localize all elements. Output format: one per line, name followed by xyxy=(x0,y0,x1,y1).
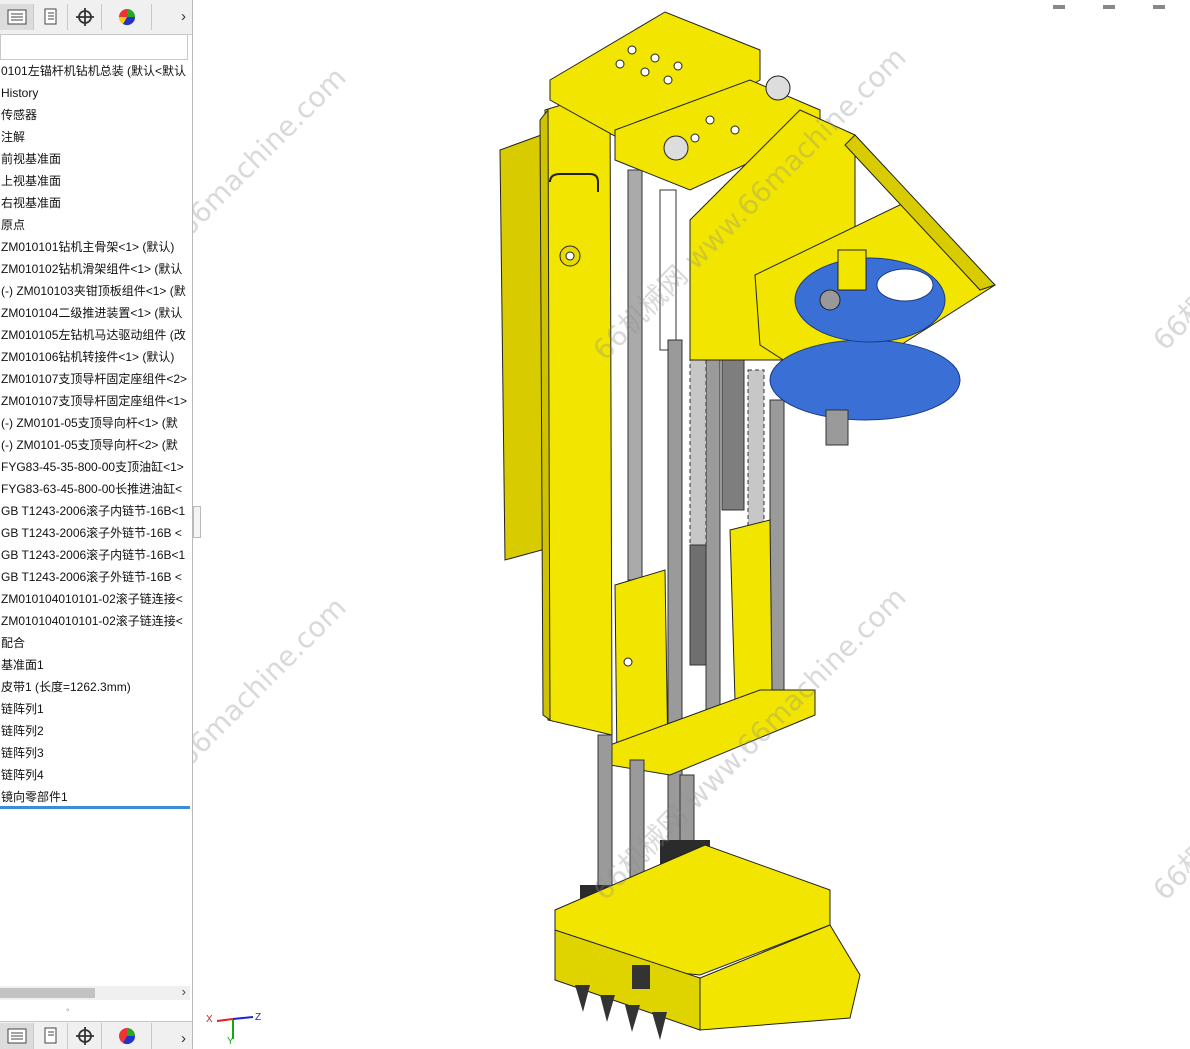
tree-item-component[interactable]: ZM010104二级推进装置<1> (默认 xyxy=(0,302,190,324)
display-manager-icon[interactable] xyxy=(102,4,152,30)
tree-item-sensors[interactable]: 传感器 xyxy=(0,104,190,126)
tree-filter-input[interactable] xyxy=(0,34,188,60)
tree-item-component[interactable]: ZM010106钻机转接件<1> (默认) xyxy=(0,346,190,368)
tree-item-component[interactable]: (-) ZM0101-05支顶导向杆<1> (默 xyxy=(0,412,190,434)
scrollbar-thumb[interactable] xyxy=(0,988,95,998)
tree-item-component[interactable]: ZM010107支顶导杆固定座组件<1> xyxy=(0,390,190,412)
feature-manager-icon[interactable] xyxy=(0,1023,34,1049)
tree-item-chain-pattern4[interactable]: 链阵列4 xyxy=(0,764,190,786)
property-manager-icon[interactable] xyxy=(34,1023,68,1049)
tree-item-component[interactable]: GB T1243-2006滚子外链节-16B < xyxy=(0,522,190,544)
manager-tabs-toolbar: › xyxy=(0,0,192,35)
configuration-manager-icon[interactable] xyxy=(68,1023,102,1049)
rollback-bar[interactable] xyxy=(0,806,190,809)
chevron-right-icon[interactable]: › xyxy=(181,8,186,25)
axis-y-label: Y xyxy=(227,1036,234,1047)
feature-manager-icon[interactable] xyxy=(0,4,34,30)
tree-item-annotations[interactable]: 注解 xyxy=(0,126,190,148)
tree-item-mirror-components1[interactable]: 镜向零部件1 xyxy=(0,786,190,808)
tree-item-belt1[interactable]: 皮带1 (长度=1262.3mm) xyxy=(0,676,190,698)
drill-rig-3d-model[interactable] xyxy=(193,0,1190,1049)
tree-item-chain-pattern1[interactable]: 链阵列1 xyxy=(0,698,190,720)
splitter-handle[interactable]: ◦ xyxy=(66,1005,70,1016)
view-triad-icon xyxy=(216,1016,254,1039)
graphics-area[interactable]: 66机械网 www.66machine.com 66机械网 www.66mach… xyxy=(193,0,1190,1049)
tree-item-component[interactable]: ZM010102钻机滑架组件<1> (默认 xyxy=(0,258,190,280)
feature-manager-panel: › 0101左锚杆机钻机总装 (默认<默认 History 传感器 注解 前视基… xyxy=(0,0,193,1049)
tree-item-component[interactable]: (-) ZM010103夹钳顶板组件<1> (默 xyxy=(0,280,190,302)
bottom-manager-tabs-toolbar: › xyxy=(0,1021,192,1049)
tree-item-mates[interactable]: 配合 xyxy=(0,632,190,654)
tree-item-component[interactable]: ZM010104010101-02滚子链连接< xyxy=(0,610,190,632)
axis-z-label: Z xyxy=(255,1012,262,1023)
configuration-manager-icon[interactable] xyxy=(68,4,102,30)
tree-item-component[interactable]: ZM010107支顶导杆固定座组件<2> xyxy=(0,368,190,390)
tree-item-front-plane[interactable]: 前视基准面 xyxy=(0,148,190,170)
heads-up-toolbar[interactable] xyxy=(1043,0,1190,9)
tree-item-component[interactable]: (-) ZM0101-05支顶导向杆<2> (默 xyxy=(0,434,190,456)
tree-item-origin[interactable]: 原点 xyxy=(0,214,190,236)
tree-item-chain-pattern3[interactable]: 链阵列3 xyxy=(0,742,190,764)
tree-item-component[interactable]: FYG83-45-35-800-00支顶油缸<1> xyxy=(0,456,190,478)
tree-item-right-plane[interactable]: 右视基准面 xyxy=(0,192,190,214)
horizontal-scrollbar[interactable]: › xyxy=(0,984,190,1000)
tree-item-assembly[interactable]: 0101左锚杆机钻机总装 (默认<默认 xyxy=(0,60,190,82)
feature-tree: 0101左锚杆机钻机总装 (默认<默认 History 传感器 注解 前视基准面… xyxy=(0,60,190,808)
tree-item-component[interactable]: GB T1243-2006滚子内链节-16B<1 xyxy=(0,500,190,522)
tree-item-plane1[interactable]: 基准面1 xyxy=(0,654,190,676)
axis-x-label: X xyxy=(206,1014,213,1025)
tree-item-component[interactable]: GB T1243-2006滚子外链节-16B < xyxy=(0,566,190,588)
tree-item-top-plane[interactable]: 上视基准面 xyxy=(0,170,190,192)
scroll-right-icon[interactable]: › xyxy=(182,984,186,999)
chevron-right-icon[interactable]: › xyxy=(181,1030,186,1047)
tree-item-chain-pattern2[interactable]: 链阵列2 xyxy=(0,720,190,742)
tree-item-component[interactable]: ZM010104010101-02滚子链连接< xyxy=(0,588,190,610)
tree-item-component[interactable]: ZM010105左钻机马达驱动组件 (改 xyxy=(0,324,190,346)
tree-item-component[interactable]: FYG83-63-45-800-00长推进油缸< xyxy=(0,478,190,500)
tree-item-component[interactable]: GB T1243-2006滚子内链节-16B<1 xyxy=(0,544,190,566)
tree-item-component[interactable]: ZM010101钻机主骨架<1> (默认) xyxy=(0,236,190,258)
display-manager-icon[interactable] xyxy=(102,1023,152,1049)
property-manager-icon[interactable] xyxy=(34,4,68,30)
tree-item-history[interactable]: History xyxy=(0,82,190,104)
